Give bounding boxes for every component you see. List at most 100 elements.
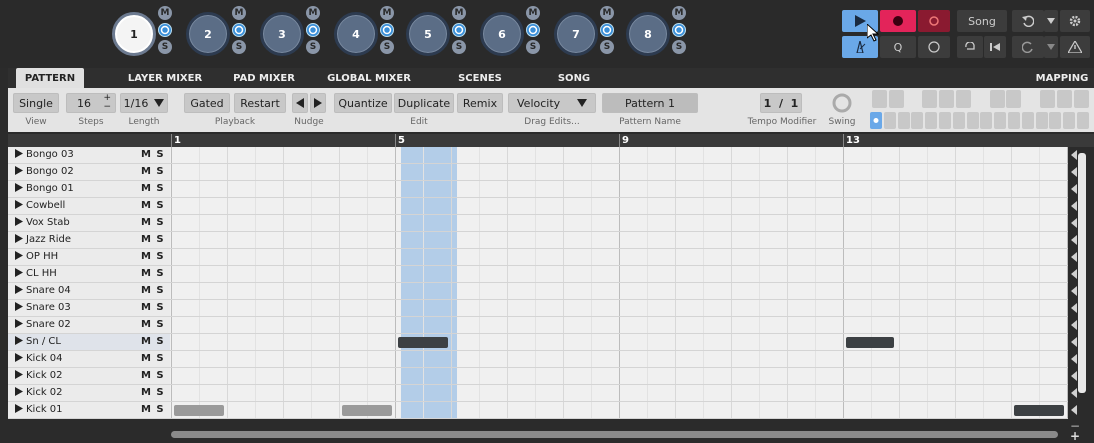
zoom-in-icon[interactable]: + [1070, 429, 1080, 443]
track-header[interactable]: Bongo 01 M S [8, 181, 170, 197]
tempo-modifier-field[interactable]: 1 / 1 [760, 93, 802, 113]
track-collapse-arrow-icon[interactable] [1071, 167, 1077, 177]
track-header[interactable]: Kick 04 M S [8, 351, 170, 367]
track-mute-solo[interactable]: M S [141, 302, 165, 313]
pad-mute-button[interactable]: M [526, 6, 540, 20]
triangle-right-icon[interactable] [15, 234, 23, 243]
pad-select-button[interactable]: 3 [260, 12, 304, 56]
tab-scenes[interactable]: SCENES [454, 68, 506, 88]
step-page-cell[interactable] [939, 112, 951, 129]
track-collapse-arrow-icon[interactable] [1071, 337, 1077, 347]
track-header[interactable]: Cowbell M S [8, 198, 170, 214]
pattern-page-cell[interactable] [1056, 90, 1072, 108]
triangle-right-icon[interactable] [15, 183, 23, 192]
note-step[interactable] [398, 337, 448, 348]
pad-solo-button[interactable]: S [158, 40, 172, 54]
step-page-cell[interactable] [1049, 112, 1062, 129]
triangle-right-icon[interactable] [15, 353, 23, 362]
track-collapse-arrow-icon[interactable] [1071, 371, 1077, 381]
pad-select-button[interactable]: 2 [186, 12, 230, 56]
track-row[interactable]: Snare 04 M S [8, 283, 1068, 300]
triangle-right-icon[interactable] [15, 387, 23, 396]
note-step[interactable] [174, 405, 224, 416]
step-page-cell[interactable] [1021, 112, 1034, 129]
tab-mapping[interactable]: MAPPING [1032, 68, 1092, 88]
loop-button[interactable] [957, 36, 983, 58]
track-collapse-arrow-icon[interactable] [1071, 269, 1077, 279]
track-mute-solo[interactable]: M S [141, 336, 165, 347]
overdub-button[interactable] [918, 10, 950, 32]
track-collapse-arrow-icon[interactable] [1071, 150, 1077, 160]
pad-volume-knob-icon[interactable] [232, 23, 246, 37]
pad-select-button[interactable]: 7 [554, 12, 598, 56]
redo-button[interactable] [1012, 36, 1044, 58]
track-mute-solo[interactable]: M S [141, 387, 165, 398]
nudge-left-button[interactable] [292, 93, 308, 113]
track-mute-solo[interactable]: M S [141, 370, 165, 381]
swing-knob-icon[interactable] [832, 93, 852, 113]
track-row[interactable]: Kick 01 M S [8, 402, 1068, 419]
track-header[interactable]: Jazz Ride M S [8, 232, 170, 248]
track-row[interactable]: Bongo 03 M S [8, 147, 1068, 164]
nudge-right-button[interactable] [310, 93, 326, 113]
tab-layer-mixer[interactable]: LAYER MIXER [120, 68, 210, 88]
track-row[interactable]: OP HH M S [8, 249, 1068, 266]
triangle-right-icon[interactable] [15, 285, 23, 294]
track-header[interactable]: Bongo 03 M S [8, 147, 170, 163]
pad-solo-button[interactable]: S [600, 40, 614, 54]
track-collapse-arrow-icon[interactable] [1071, 235, 1077, 245]
track-header[interactable]: Kick 01 M S [8, 402, 170, 418]
track-collapse-arrow-icon[interactable] [1071, 286, 1077, 296]
steps-field[interactable]: 16 + − [66, 93, 116, 113]
view-select[interactable]: Single [13, 93, 59, 113]
track-collapse-arrow-icon[interactable] [1071, 201, 1077, 211]
track-collapse-arrow-icon[interactable] [1071, 303, 1077, 313]
step-page-cell[interactable] [1077, 112, 1089, 129]
pad-volume-knob-icon[interactable] [672, 23, 686, 37]
track-header[interactable]: Vox Stab M S [8, 215, 170, 231]
track-header[interactable]: Kick 02 M S [8, 385, 170, 401]
track-row[interactable]: Sn / CL M S [8, 334, 1068, 351]
pad-solo-button[interactable]: S [452, 40, 466, 54]
pad-solo-button[interactable]: S [380, 40, 394, 54]
quantize-button[interactable]: Quantize [334, 93, 392, 113]
track-header[interactable]: CL HH M S [8, 266, 170, 282]
track-mute-solo[interactable]: M S [141, 217, 165, 228]
pad-select-button[interactable]: 8 [626, 12, 670, 56]
triangle-right-icon[interactable] [15, 166, 23, 175]
track-mute-solo[interactable]: M S [141, 404, 165, 415]
tab-pad-mixer[interactable]: PAD MIXER [228, 68, 300, 88]
track-mute-solo[interactable]: M S [141, 319, 165, 330]
triangle-right-icon[interactable] [15, 149, 23, 158]
gated-button[interactable]: Gated [184, 93, 230, 113]
pad-mute-button[interactable]: M [380, 6, 394, 20]
horizontal-scrollbar[interactable] [171, 431, 1058, 438]
track-mute-solo[interactable]: M S [141, 353, 165, 364]
step-page-cell[interactable] [925, 112, 938, 129]
pattern-page-cell[interactable] [956, 90, 971, 108]
pad-volume-knob-icon[interactable] [526, 23, 540, 37]
triangle-right-icon[interactable] [15, 404, 23, 413]
triangle-right-icon[interactable] [15, 251, 23, 260]
triangle-right-icon[interactable] [15, 217, 23, 226]
count-in-button[interactable] [918, 36, 950, 58]
pad-mute-button[interactable]: M [306, 6, 320, 20]
pattern-page-cell[interactable] [989, 90, 1005, 108]
pad-select-button[interactable]: 6 [480, 12, 524, 56]
note-step[interactable] [846, 337, 894, 348]
pad-select-button[interactable]: 1 [112, 12, 156, 56]
step-page-cell[interactable] [1035, 112, 1048, 129]
song-mode-button[interactable]: Song [957, 10, 1007, 32]
track-mute-solo[interactable]: M S [141, 251, 165, 262]
vertical-scrollbar[interactable] [1078, 153, 1086, 393]
track-header[interactable]: Snare 04 M S [8, 283, 170, 299]
triangle-right-icon[interactable] [15, 200, 23, 209]
tab-song[interactable]: SONG [552, 68, 596, 88]
track-collapse-arrow-icon[interactable] [1071, 184, 1077, 194]
quantize-toggle[interactable]: Q [880, 36, 916, 58]
triangle-right-icon[interactable] [15, 370, 23, 379]
pattern-page-cell[interactable] [888, 90, 904, 108]
track-row[interactable]: Bongo 02 M S [8, 164, 1068, 181]
pad-mute-button[interactable]: M [672, 6, 686, 20]
triangle-right-icon[interactable] [15, 336, 23, 345]
